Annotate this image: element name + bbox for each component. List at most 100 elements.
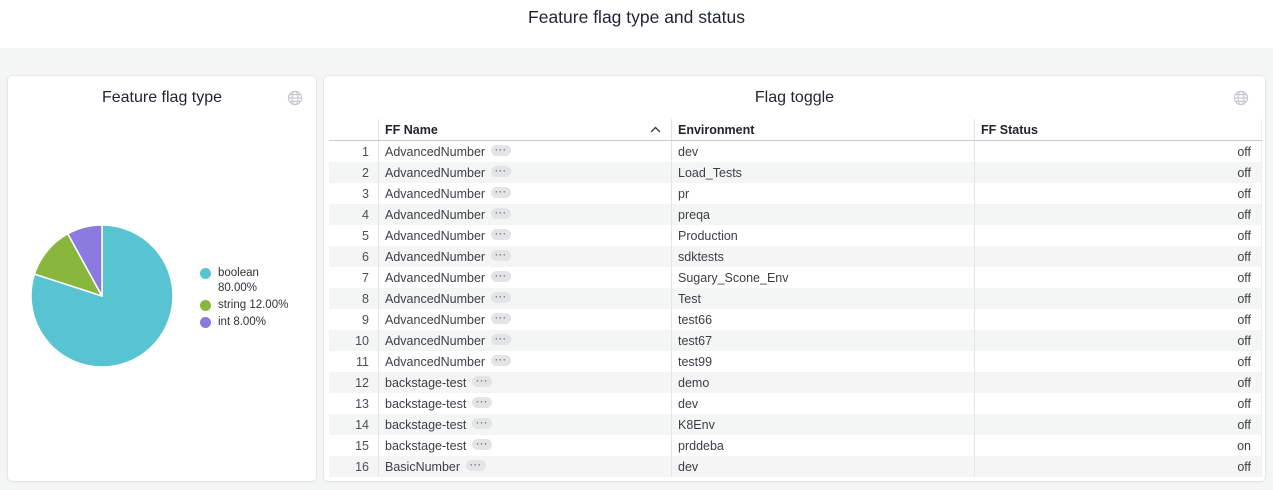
- ff-name-cell: backstage-test ···: [378, 393, 671, 414]
- panel-flag-toggle: Flag toggle FF Name: [324, 76, 1265, 481]
- row-number-cell: 1: [329, 145, 378, 159]
- ff-status-cell: off: [974, 267, 1262, 288]
- table-row: 5AdvancedNumber···Productionoff: [329, 225, 1262, 246]
- ff-status-cell: off: [974, 372, 1262, 393]
- environment-cell: test99: [671, 351, 974, 372]
- row-number-cell: 14: [329, 418, 378, 432]
- cell-actions-ellipsis-icon[interactable]: ···: [472, 376, 492, 387]
- globe-icon[interactable]: [1233, 90, 1249, 111]
- row-number-cell: 12: [329, 376, 378, 390]
- table-row: 7AdvancedNumber···Sugary_Scone_Envoff: [329, 267, 1262, 288]
- table-header: FF Name Environment FF Status: [329, 119, 1262, 141]
- ff-status-cell: off: [974, 393, 1262, 414]
- legend-label: boolean80.00%: [218, 266, 259, 296]
- cell-actions-ellipsis-icon[interactable]: ···: [491, 187, 511, 198]
- cell-actions-ellipsis-icon[interactable]: ···: [491, 334, 511, 345]
- table-row: 11AdvancedNumber···test99off: [329, 351, 1262, 372]
- cell-actions-ellipsis-icon[interactable]: ···: [491, 355, 511, 366]
- ff-name-text: AdvancedNumber: [385, 229, 485, 243]
- table-row: 16BasicNumber···devoff: [329, 456, 1262, 477]
- table-row: 12backstage-test···demooff: [329, 372, 1262, 393]
- column-header-label: FF Name: [385, 123, 438, 137]
- table-row: 8 AdvancedNumber ··· Testoff: [329, 288, 1262, 309]
- cell-actions-ellipsis-icon[interactable]: ···: [491, 145, 511, 156]
- cell-actions-ellipsis-icon[interactable]: ···: [491, 292, 511, 303]
- cell-actions-ellipsis-icon[interactable]: ···: [472, 439, 492, 450]
- ff-name-text: AdvancedNumber: [385, 313, 485, 327]
- ff-status-cell: off: [974, 204, 1262, 225]
- environment-cell: Test: [671, 288, 974, 309]
- ff-name-cell: BasicNumber ···: [378, 456, 671, 477]
- legend-item-int[interactable]: int 8.00%: [200, 315, 288, 330]
- ff-name-cell: AdvancedNumber···: [378, 204, 671, 225]
- ff-name-text: backstage-test: [385, 418, 466, 432]
- ff-name-cell: AdvancedNumber ···: [378, 225, 671, 246]
- row-number-cell: 2: [329, 166, 378, 180]
- panel-title: Feature flag type: [8, 76, 316, 107]
- cell-actions-ellipsis-icon[interactable]: ···: [472, 397, 492, 408]
- table-row: 4AdvancedNumber···preqaoff: [329, 204, 1262, 225]
- row-number-cell: 15: [329, 439, 378, 453]
- environment-cell: K8Env: [671, 414, 974, 435]
- legend-item-string[interactable]: string 12.00%: [200, 298, 288, 313]
- column-header-label: FF Status: [981, 123, 1038, 137]
- ff-name-text: AdvancedNumber: [385, 250, 485, 264]
- ff-name-cell: backstage-test ···: [378, 372, 671, 393]
- row-number-cell: 13: [329, 397, 378, 411]
- ff-status-cell: off: [974, 456, 1262, 477]
- environment-cell: dev: [671, 141, 974, 162]
- ff-name-cell: AdvancedNumber ···: [378, 309, 671, 330]
- cell-actions-ellipsis-icon[interactable]: ···: [491, 271, 511, 282]
- environment-cell: dev: [671, 393, 974, 414]
- cell-actions-ellipsis-icon[interactable]: ···: [491, 166, 511, 177]
- column-header-environment[interactable]: Environment: [671, 119, 974, 140]
- ff-name-text: AdvancedNumber: [385, 166, 485, 180]
- row-number-cell: 3: [329, 187, 378, 201]
- row-number-cell: 4: [329, 208, 378, 222]
- ff-status-cell: off: [974, 246, 1262, 267]
- row-number-cell: 8: [329, 292, 378, 306]
- legend-item-boolean[interactable]: boolean80.00%: [200, 266, 288, 296]
- environment-cell: Load_Tests: [671, 162, 974, 183]
- ff-name-text: backstage-test: [385, 439, 466, 453]
- pie-chart: [28, 222, 176, 370]
- ff-name-text: AdvancedNumber: [385, 271, 485, 285]
- ff-name-text: AdvancedNumber: [385, 292, 485, 306]
- ff-name-cell: AdvancedNumber ···: [378, 162, 671, 183]
- cell-actions-ellipsis-icon[interactable]: ···: [491, 208, 511, 219]
- column-header-ff-name[interactable]: FF Name: [378, 119, 671, 140]
- ff-name-text: BasicNumber: [385, 460, 460, 474]
- environment-cell: Production: [671, 225, 974, 246]
- cell-actions-ellipsis-icon[interactable]: ···: [491, 229, 511, 240]
- table-row: 14 backstage-test ··· K8Envoff: [329, 414, 1262, 435]
- ff-status-cell: off: [974, 288, 1262, 309]
- column-header-label: Environment: [678, 123, 754, 137]
- row-number-cell: 10: [329, 334, 378, 348]
- globe-icon[interactable]: [287, 90, 303, 111]
- cell-actions-ellipsis-icon[interactable]: ···: [491, 250, 511, 261]
- cell-actions-ellipsis-icon[interactable]: ···: [491, 313, 511, 324]
- ff-name-text: AdvancedNumber: [385, 334, 485, 348]
- ff-name-text: AdvancedNumber: [385, 355, 485, 369]
- column-header-ff-status[interactable]: FF Status: [974, 119, 1262, 140]
- ff-name-text: backstage-test: [385, 397, 466, 411]
- table-body: 1AdvancedNumber···devoff2AdvancedNumber·…: [329, 141, 1262, 477]
- row-number-cell: 5: [329, 229, 378, 243]
- legend-color-dot: [200, 268, 211, 279]
- cell-actions-ellipsis-icon[interactable]: ···: [472, 418, 492, 429]
- table-row: 9AdvancedNumber···test66off: [329, 309, 1262, 330]
- table-row: 15backstage-test···prddebaon: [329, 435, 1262, 456]
- sort-ascending-icon[interactable]: [650, 126, 661, 133]
- ff-status-cell: off: [974, 330, 1262, 351]
- table-row: 10AdvancedNumber···test67off: [329, 330, 1262, 351]
- ff-name-cell: AdvancedNumber···: [378, 141, 671, 162]
- ff-status-cell: off: [974, 414, 1262, 435]
- table-row: 2AdvancedNumber···Load_Testsoff: [329, 162, 1262, 183]
- ff-name-text: backstage-test: [385, 376, 466, 390]
- cell-actions-ellipsis-icon[interactable]: ···: [466, 460, 486, 471]
- pie-legend: boolean80.00% string 12.00% int 8.00%: [200, 266, 288, 332]
- ff-name-cell: AdvancedNumber ···: [378, 267, 671, 288]
- ff-name-cell: AdvancedNumber ···: [378, 288, 671, 309]
- legend-label: int 8.00%: [218, 315, 266, 330]
- environment-cell: test66: [671, 309, 974, 330]
